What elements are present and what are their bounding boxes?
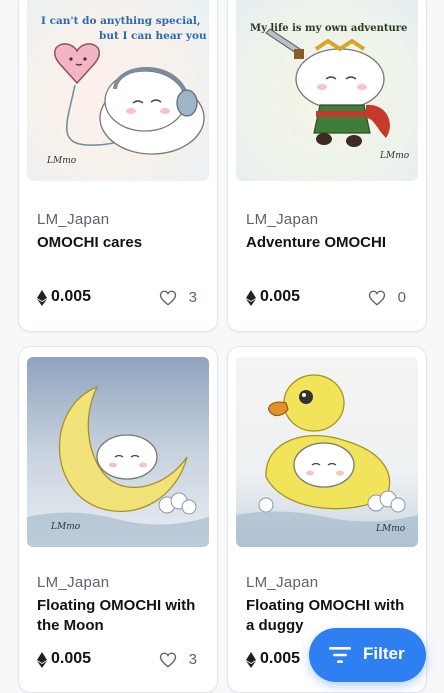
like-count: 0 xyxy=(397,289,406,306)
nft-card[interactable]: My life is my own adventure LMmo LM_Japa… xyxy=(227,0,427,332)
price-value: 0.005 xyxy=(260,650,301,667)
creator-name[interactable]: LM_Japan xyxy=(246,211,318,228)
nft-card[interactable]: LMmo LM_Japan Floating OMOCHI with the M… xyxy=(18,346,218,693)
like-count: 3 xyxy=(188,651,197,668)
nft-image[interactable]: LMmo xyxy=(236,357,418,547)
nft-title[interactable]: OMOCHI cares xyxy=(37,233,203,253)
artist-signature: LMmo xyxy=(375,524,406,534)
image-caption-line1: I can't do anything special, xyxy=(41,15,201,27)
price-value: 0.005 xyxy=(51,650,92,667)
price-row: 0.005 3 xyxy=(37,287,199,309)
artist-signature: LMmo xyxy=(46,156,77,166)
ethereum-icon xyxy=(246,652,256,668)
heart-icon[interactable] xyxy=(159,651,177,669)
nft-image[interactable]: I can't do anything special, but I can h… xyxy=(27,0,209,181)
ethereum-icon xyxy=(37,290,47,306)
ethereum-icon xyxy=(246,290,256,306)
nft-grid: I can't do anything special, but I can h… xyxy=(0,0,444,693)
nft-card[interactable]: I can't do anything special, but I can h… xyxy=(18,0,218,332)
ethereum-icon xyxy=(37,652,47,668)
artist-signature: LMmo xyxy=(379,151,410,161)
image-caption-line2: but I can hear you xyxy=(99,30,207,42)
price-value: 0.005 xyxy=(51,288,92,305)
creator-name[interactable]: LM_Japan xyxy=(37,211,109,228)
artist-signature: LMmo xyxy=(50,522,81,532)
price-value: 0.005 xyxy=(260,288,301,305)
floating-omochi-duck-artwork: LMmo xyxy=(236,357,418,547)
adventure-omochi-artwork: My life is my own adventure LMmo xyxy=(236,0,418,181)
filter-label: Filter xyxy=(363,644,405,663)
floating-omochi-moon-artwork: LMmo xyxy=(27,357,209,547)
filter-icon xyxy=(329,647,351,663)
nft-title[interactable]: Adventure OMOCHI xyxy=(246,233,412,253)
filter-button[interactable]: Filter xyxy=(309,628,426,682)
nft-image[interactable]: My life is my own adventure LMmo xyxy=(236,0,418,181)
price-row: 0.005 3 xyxy=(37,649,199,671)
nft-image[interactable]: LMmo xyxy=(27,357,209,547)
creator-name[interactable]: LM_Japan xyxy=(246,574,318,591)
heart-icon[interactable] xyxy=(368,289,386,307)
price-row: 0.005 0 xyxy=(246,287,408,309)
nft-title[interactable]: Floating OMOCHI with the Moon xyxy=(37,596,203,636)
omochi-cares-artwork: I can't do anything special, but I can h… xyxy=(27,0,209,181)
like-count: 3 xyxy=(188,289,197,306)
creator-name[interactable]: LM_Japan xyxy=(37,574,109,591)
heart-icon[interactable] xyxy=(159,289,177,307)
